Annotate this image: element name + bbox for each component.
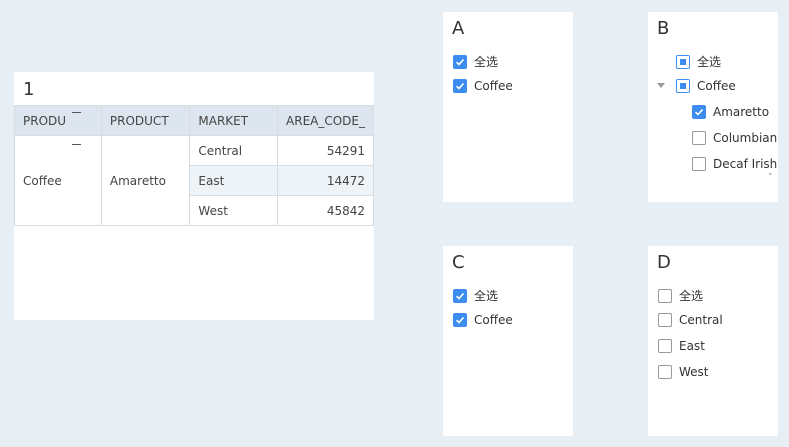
table-header-row: PRODU PRODUCT MARKET AREA_CODE_ — [14, 105, 375, 136]
market-cell: Central — [189, 135, 278, 166]
checkbox-partial[interactable] — [676, 54, 690, 69]
checkbox[interactable] — [453, 313, 467, 327]
market-cell: West — [189, 195, 278, 226]
column-header-area-code[interactable]: AREA_CODE_ — [276, 105, 375, 136]
caret-down-icon[interactable] — [657, 83, 665, 88]
filter-panel-title: A — [452, 18, 465, 39]
checkbox[interactable] — [453, 288, 467, 303]
filter-panel-title: D — [657, 252, 671, 273]
area-code-cell: 14472 — [276, 165, 375, 196]
filter-panel-title: B — [657, 18, 670, 39]
option-label: 全选 — [474, 289, 499, 303]
product-type-value: Coffee — [23, 173, 62, 188]
option-label: Columbian — [713, 131, 778, 145]
column-header-product[interactable]: PRODUCT — [100, 105, 191, 136]
scroll-down-icon[interactable]: ⌄ — [767, 168, 774, 177]
option-label: Central — [679, 313, 723, 327]
area-code-cell: 54291 — [276, 135, 375, 166]
filter-option-select-all[interactable]: 全选 — [453, 53, 498, 70]
checkbox[interactable] — [453, 54, 467, 69]
filter-option-east[interactable]: East — [658, 339, 705, 353]
minus-icon[interactable] — [72, 112, 81, 113]
filter-panel-a: A 全选 Coffee — [443, 12, 573, 202]
product-cell: Amaretto — [100, 135, 191, 226]
check-icon — [455, 58, 465, 66]
checkbox-partial[interactable] — [676, 79, 690, 93]
checkbox[interactable] — [658, 288, 672, 303]
market-cell: East — [189, 165, 278, 196]
table-panel: 1 PRODU PRODUCT MARKET AREA_CODE_ Coffee… — [14, 72, 375, 320]
checkbox[interactable] — [692, 105, 706, 119]
table-row: Coffee Amaretto Central 54291 — [14, 135, 375, 226]
tree-option-columbian[interactable]: Columbian — [692, 131, 777, 145]
option-label: 全选 — [679, 289, 704, 303]
check-icon — [694, 108, 704, 116]
checkbox[interactable] — [658, 339, 672, 353]
checkbox[interactable] — [658, 365, 672, 379]
area-code-cell: 45842 — [276, 195, 375, 226]
filter-option-central[interactable]: Central — [658, 313, 723, 327]
filter-panel-c: C 全选 Coffee — [443, 246, 573, 436]
option-label: Coffee — [474, 313, 513, 327]
filter-panel-d: D 全选 Central East West — [648, 246, 778, 436]
check-icon — [455, 292, 465, 300]
checkbox[interactable] — [658, 313, 672, 327]
option-label: East — [679, 339, 705, 353]
check-icon — [455, 316, 465, 324]
option-label: 全选 — [474, 55, 499, 69]
minus-icon[interactable] — [72, 144, 81, 145]
option-label: 全选 — [697, 55, 722, 69]
filter-option-select-all[interactable]: 全选 — [453, 287, 498, 304]
option-label: Coffee — [697, 79, 736, 93]
option-label: Amaretto — [713, 105, 770, 119]
tree-group-coffee[interactable]: Coffee — [676, 79, 736, 93]
tree-option-select-all[interactable]: 全选 — [676, 53, 721, 70]
tree-option-amaretto[interactable]: Amaretto — [692, 105, 769, 119]
column-header-label: PRODU — [23, 113, 67, 128]
column-header-produ[interactable]: PRODU — [14, 105, 102, 136]
filter-option-coffee[interactable]: Coffee — [453, 313, 513, 327]
filter-option-coffee[interactable]: Coffee — [453, 79, 513, 93]
checkbox[interactable] — [692, 157, 706, 171]
option-label: Coffee — [474, 79, 513, 93]
check-icon — [455, 82, 465, 90]
data-table: PRODU PRODUCT MARKET AREA_CODE_ Coffee A… — [14, 105, 375, 226]
checkbox[interactable] — [692, 131, 706, 145]
filter-option-west[interactable]: West — [658, 365, 709, 379]
checkbox[interactable] — [453, 79, 467, 93]
filter-panel-b-tree: B 全选 Coffee Amaretto Columbian Decaf Iri… — [648, 12, 778, 202]
table-panel-title: 1 — [23, 79, 35, 100]
tree-option-decaf-irish-cream[interactable]: Decaf Irish Cream — [692, 157, 778, 171]
filter-option-select-all[interactable]: 全选 — [658, 287, 703, 304]
product-type-cell: Coffee — [14, 135, 102, 226]
column-header-market[interactable]: MARKET — [189, 105, 278, 136]
filter-panel-title: C — [452, 252, 465, 273]
option-label: West — [679, 365, 709, 379]
